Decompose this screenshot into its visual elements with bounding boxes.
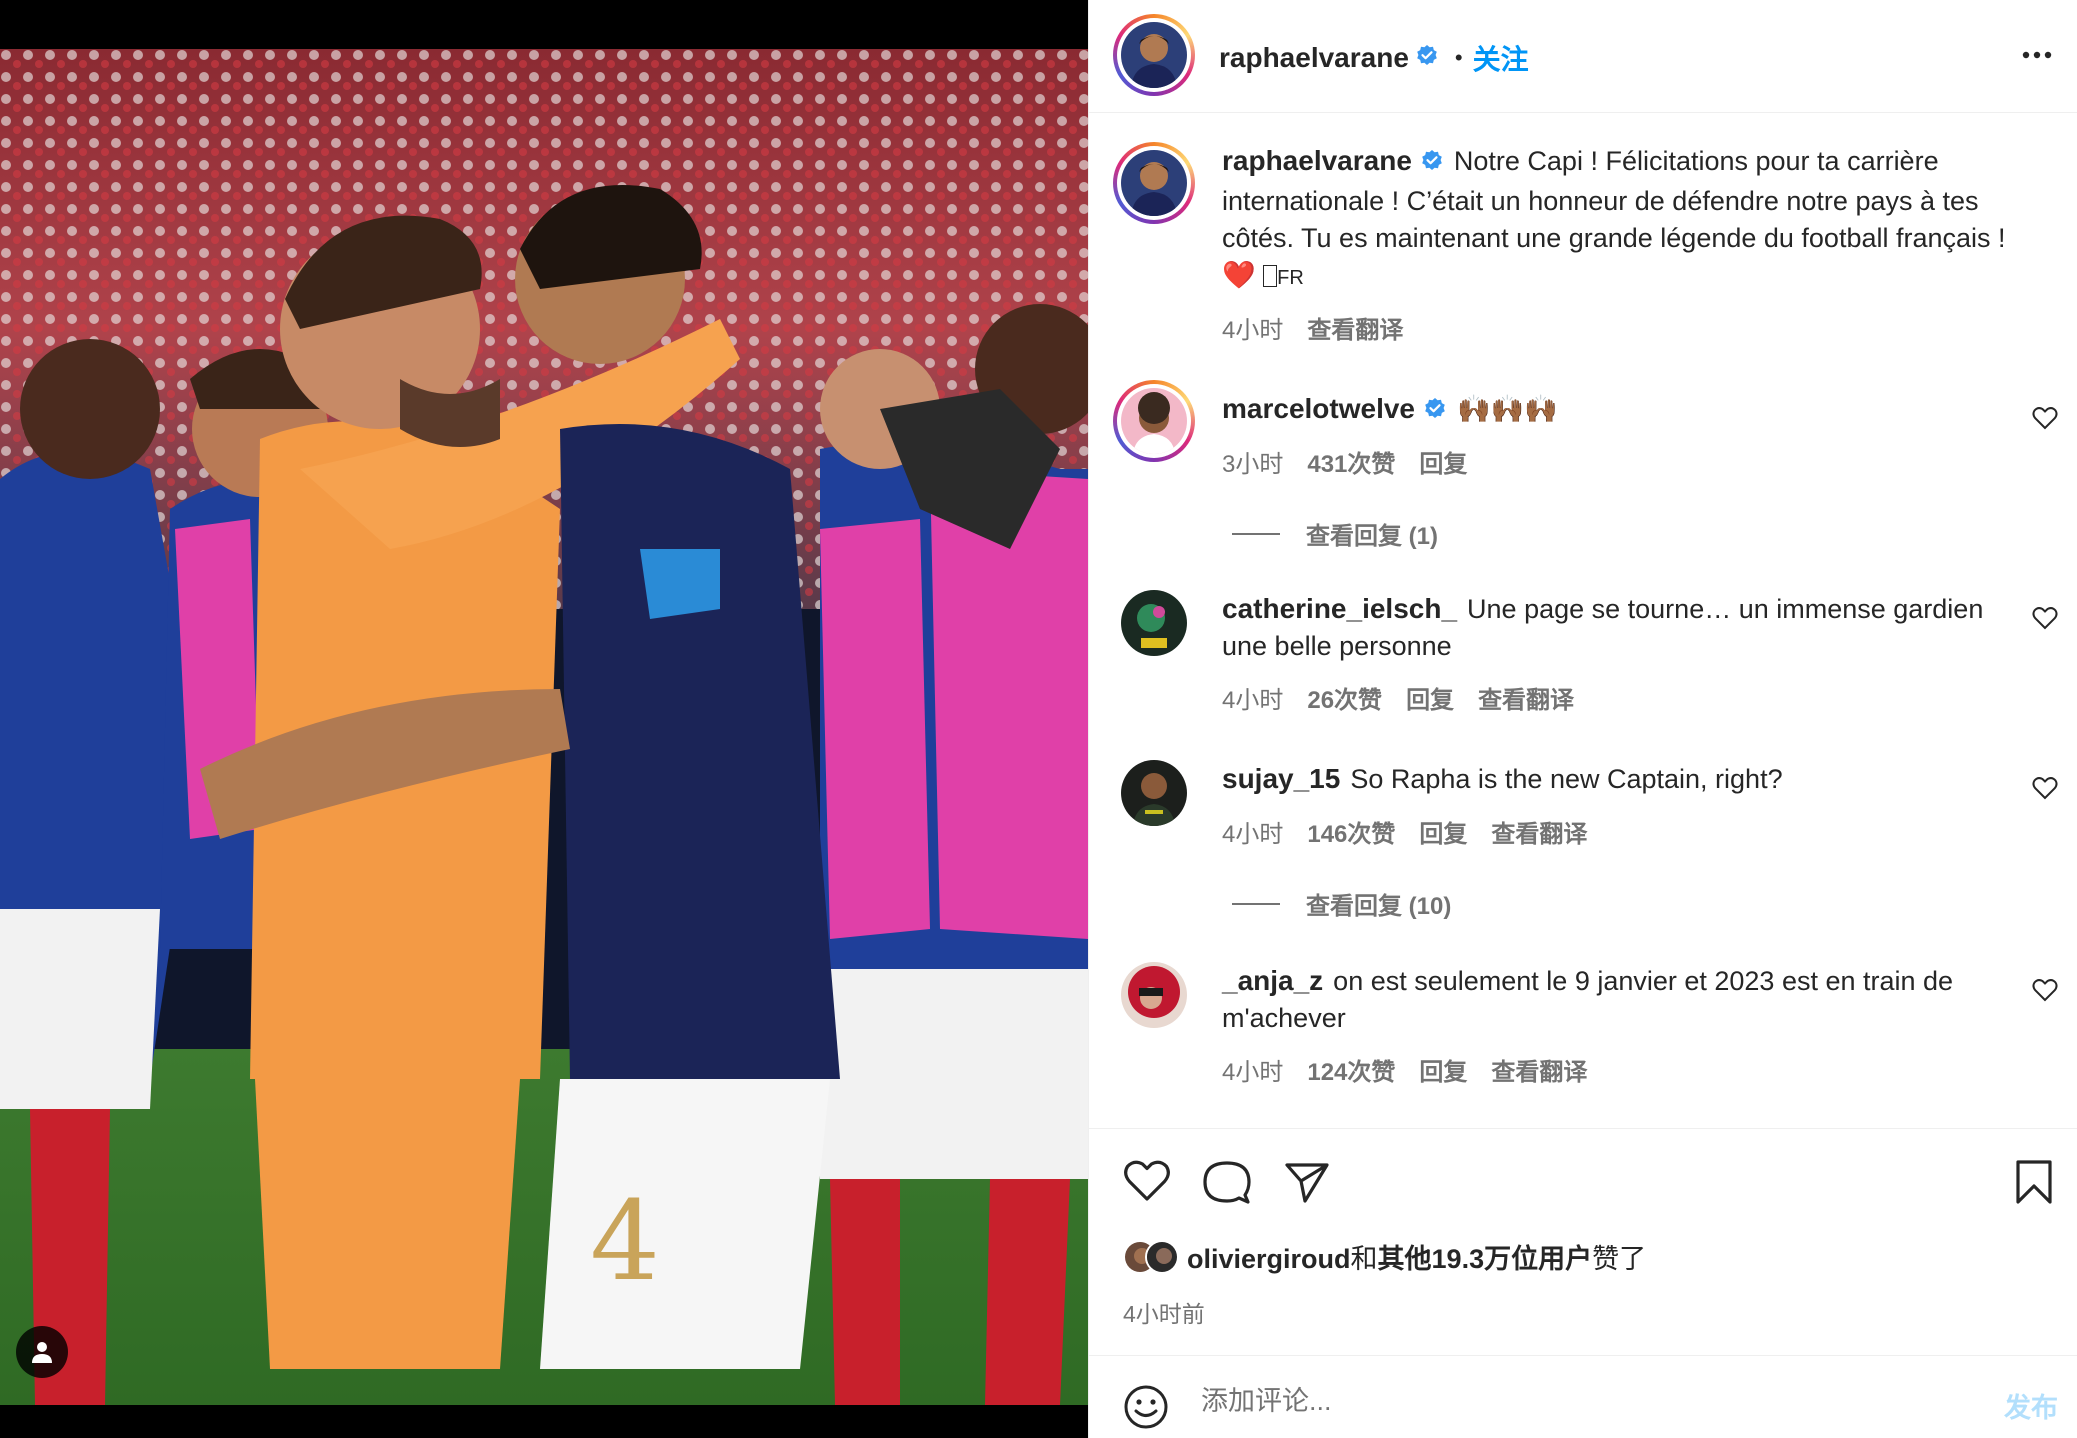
comment-button[interactable]: [1203, 1159, 1251, 1210]
post-media: 4: [0, 0, 1088, 1438]
flag-fr-icon: [1263, 265, 1278, 287]
caption-time[interactable]: 4小时: [1222, 310, 1283, 345]
bookmark-icon: [2016, 1160, 2052, 1204]
comment-username[interactable]: sujay_15: [1222, 763, 1340, 794]
replies-divider: [1232, 902, 1280, 905]
comment-meta: 4小时 124次赞 回复 查看翻译: [1222, 1052, 1587, 1087]
view-replies-button[interactable]: 查看回复 (10): [1232, 886, 1451, 921]
comment-text: marcelotwelve 🙌🏾🙌🏾🙌🏾: [1222, 390, 2012, 431]
comment-avatar[interactable]: [1121, 760, 1187, 826]
comment-time[interactable]: 3小时: [1222, 444, 1283, 479]
comment-text: sujay_15 So Rapha is the new Captain, rig…: [1222, 760, 2012, 798]
view-replies-button[interactable]: 查看回复 (1): [1232, 516, 1438, 551]
comment-meta: 4小时 26次赞 回复 查看翻译: [1222, 680, 1574, 715]
comment-meta: 3小时 431次赞 回复: [1222, 444, 1467, 479]
caption-translate-link[interactable]: 查看翻译: [1307, 310, 1403, 345]
verified-icon: [1423, 394, 1447, 431]
reply-button[interactable]: 回复: [1419, 1052, 1467, 1087]
comment-likes[interactable]: 431次赞: [1307, 444, 1395, 479]
author-line: raphaelvarane • 关注: [1219, 38, 1529, 78]
post-actions: oliviergiroud和其他19.3万位用户赞了 4小时前: [1089, 1128, 2077, 1368]
photo-illustration: 4: [0, 49, 1088, 1405]
comment-text: catherine_ielsch_ Une page se tourne… un …: [1222, 590, 2012, 665]
likes-suffix: 赞了: [1592, 1244, 1647, 1274]
likes-others[interactable]: 其他19.3万位用户: [1378, 1244, 1593, 1274]
comment-body: So Rapha is the new Captain, right?: [1350, 764, 1783, 794]
verified-icon: [1420, 146, 1444, 183]
comment-like-button[interactable]: [2032, 978, 2058, 1007]
heart-icon: [1124, 1160, 1170, 1201]
liker-username[interactable]: oliviergiroud: [1187, 1244, 1351, 1274]
comment-avatar[interactable]: [1121, 962, 1187, 1028]
post-time[interactable]: 4小时前: [1123, 1295, 1205, 1329]
share-icon: [1285, 1163, 1329, 1203]
like-button[interactable]: [1123, 1159, 1171, 1208]
caption-flag-text: FR: [1277, 267, 1304, 289]
likes-text: oliviergiroud和其他19.3万位用户赞了: [1187, 1237, 1646, 1276]
likes-summary[interactable]: oliviergiroud和其他19.3万位用户赞了: [1123, 1237, 1646, 1276]
caption-text: raphaelvarane Notre Capi ! Félicitations …: [1222, 142, 2012, 297]
more-options-button[interactable]: [2020, 38, 2054, 77]
post-sidebar: raphaelvarane • 关注 raphaelvarane Notre C…: [1088, 0, 2077, 1438]
heart-icon: [2032, 777, 2058, 800]
user-tag-icon: [32, 1342, 52, 1363]
reply-button[interactable]: 回复: [1419, 814, 1467, 849]
user-tag-button[interactable]: [16, 1326, 68, 1378]
author-avatar[interactable]: [1113, 14, 1195, 96]
save-button[interactable]: [2014, 1159, 2054, 1210]
comment-like-button[interactable]: [2032, 406, 2058, 435]
comment-icon: [1203, 1161, 1251, 1204]
comment-body: 🙌🏾🙌🏾🙌🏾: [1457, 394, 1558, 424]
caption-heart-emoji: ❤️: [1222, 260, 1256, 290]
replies-divider: [1232, 532, 1280, 535]
reply-button[interactable]: 回复: [1419, 444, 1467, 479]
comment-time[interactable]: 4小时: [1222, 680, 1283, 715]
comment-body: on est seulement le 9 janvier et 2023 es…: [1222, 966, 1954, 1033]
comment-likes[interactable]: 26次赞: [1307, 680, 1382, 715]
share-button[interactable]: [1283, 1159, 1331, 1210]
follow-button[interactable]: 关注: [1473, 38, 1529, 78]
comment-username[interactable]: catherine_ielsch_: [1222, 593, 1457, 624]
comment-meta: 4小时 146次赞 回复 查看翻译: [1222, 814, 1587, 849]
emoji-button[interactable]: [1123, 1384, 1169, 1435]
caption-username[interactable]: raphaelvarane: [1222, 145, 1412, 176]
view-replies-label: 查看回复 (10): [1306, 893, 1452, 920]
view-replies-label: 查看回复 (1): [1306, 523, 1438, 550]
translate-link[interactable]: 查看翻译: [1491, 1052, 1587, 1087]
post-comment-button[interactable]: 发布: [2004, 1386, 2058, 1425]
comment-username[interactable]: marcelotwelve: [1222, 393, 1415, 424]
liker-avatar: [1145, 1239, 1179, 1274]
translate-link[interactable]: 查看翻译: [1491, 814, 1587, 849]
heart-icon: [2032, 979, 2058, 1002]
comment-likes[interactable]: 146次赞: [1307, 814, 1395, 849]
likes-connector: 和: [1350, 1244, 1378, 1274]
comment-likes[interactable]: 124次赞: [1307, 1052, 1395, 1087]
more-icon: [2022, 51, 2052, 59]
author-username[interactable]: raphaelvarane: [1219, 42, 1409, 74]
heart-icon: [2032, 607, 2058, 630]
comment-time[interactable]: 4小时: [1222, 814, 1283, 849]
comment-avatar[interactable]: [1113, 380, 1195, 462]
reply-button[interactable]: 回复: [1406, 680, 1454, 715]
comment-avatar[interactable]: [1121, 590, 1187, 656]
caption-meta: 4小时 查看翻译: [1222, 310, 1403, 345]
comment-input[interactable]: [1201, 1378, 1961, 1424]
heart-icon: [2032, 407, 2058, 430]
verified-icon: [1415, 44, 1439, 73]
comment-like-button[interactable]: [2032, 606, 2058, 635]
svg-text:4: 4: [590, 1177, 660, 1305]
comment-like-button[interactable]: [2032, 776, 2058, 805]
comment-username[interactable]: _anja_z: [1222, 965, 1323, 996]
caption-avatar[interactable]: [1113, 142, 1195, 224]
comment-text: _anja_z on est seulement le 9 janvier et …: [1222, 962, 2012, 1037]
post-photo[interactable]: 4: [0, 49, 1088, 1405]
translate-link[interactable]: 查看翻译: [1478, 680, 1574, 715]
emoji-icon: [1124, 1385, 1168, 1429]
separator-dot: •: [1454, 45, 1463, 70]
comment-composer: 发布: [1089, 1355, 2077, 1438]
post-header: raphaelvarane • 关注: [1089, 0, 2077, 113]
comment-time[interactable]: 4小时: [1222, 1052, 1283, 1087]
